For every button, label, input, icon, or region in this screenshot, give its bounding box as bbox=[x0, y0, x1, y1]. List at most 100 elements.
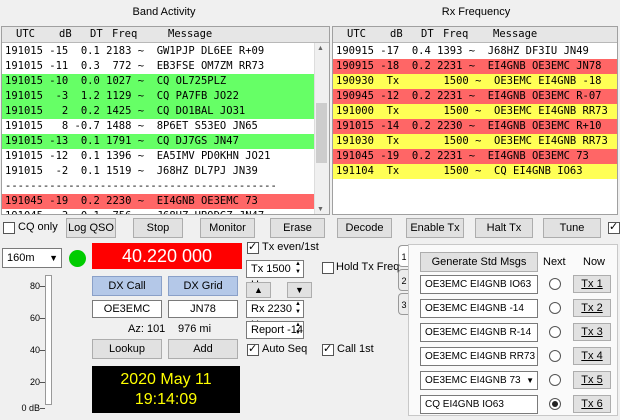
next-radio[interactable] bbox=[549, 302, 561, 314]
hold-tx-freq-checkbox[interactable] bbox=[322, 262, 334, 274]
tx-even-checkbox[interactable] bbox=[247, 240, 259, 254]
rx-freq-spinbox[interactable]: Rx 2230 Hz ▲▼ bbox=[246, 300, 304, 331]
table-row[interactable]: 191104 Tx 1500 ~ CQ EI4GNB IO63 bbox=[333, 164, 617, 179]
next-radio[interactable] bbox=[549, 278, 561, 290]
set-rx-from-tx-button[interactable]: ▼ bbox=[287, 282, 312, 298]
meter-tick-label: 40 bbox=[29, 345, 40, 355]
table-row[interactable]: ----------------------------------------… bbox=[2, 179, 315, 194]
tx-button-label: Tx 5 bbox=[581, 374, 603, 386]
next-column-label: Next bbox=[543, 256, 566, 268]
table-row[interactable]: 191015 2 0.2 1425 ~ CQ DO1BAL JO31 bbox=[2, 104, 315, 119]
tx-message-input[interactable]: OE3EMC EI4GNB 73 ▼ bbox=[420, 371, 538, 390]
table-row[interactable]: 190930 Tx 1500 ~ OE3EMC EI4GNB -18 bbox=[333, 74, 617, 89]
tx-message-input[interactable]: OE3EMC EI4GNB -14 bbox=[420, 299, 538, 318]
scroll-down-icon[interactable]: ▼ bbox=[317, 206, 326, 213]
dx-call-input[interactable]: OE3EMC bbox=[92, 300, 162, 318]
band-activity-scrollbar[interactable]: ▲ ▼ bbox=[314, 43, 329, 214]
tx-1-button[interactable]: Tx 1 bbox=[573, 275, 611, 293]
tx-message-input[interactable]: OE3EMC EI4GNB IO63 bbox=[420, 275, 538, 294]
next-radio[interactable] bbox=[549, 398, 561, 410]
dx-grid-input[interactable]: JN78 bbox=[168, 300, 238, 318]
col-freq: Freq bbox=[112, 28, 138, 40]
table-row[interactable]: 191015 -10 0.0 1027 ~ CQ OL725PLZ bbox=[2, 74, 315, 89]
scroll-up-icon[interactable]: ▲ bbox=[317, 45, 326, 52]
log-qso-button[interactable]: Log QSO bbox=[66, 218, 116, 238]
halt-tx-button[interactable]: Halt Tx bbox=[475, 218, 533, 238]
table-row[interactable]: 191015 8 -0.7 1488 ~ 8P6ET S53EO JN65 bbox=[2, 119, 315, 134]
col-message: Message bbox=[493, 28, 538, 40]
next-radio[interactable] bbox=[549, 350, 561, 362]
next-radio[interactable] bbox=[549, 374, 561, 386]
rx-frequency-header: UTC dB DT Freq Message bbox=[333, 27, 617, 43]
table-row[interactable]: 191030 Tx 1500 ~ OE3EMC EI4GNB RR73 bbox=[333, 134, 617, 149]
dial-frequency-display: 40.220 000 bbox=[92, 243, 242, 269]
tx-5-button[interactable]: Tx 5 bbox=[573, 371, 611, 389]
tx-3-button[interactable]: Tx 3 bbox=[573, 323, 611, 341]
lookup-button[interactable]: Lookup bbox=[92, 339, 162, 359]
meter-bar bbox=[45, 275, 52, 405]
auto-seq-label: Auto Seq bbox=[262, 343, 308, 355]
tx-message-input[interactable]: OE3EMC EI4GNB RR73 bbox=[420, 347, 538, 366]
tx-message-text: OE3EMC EI4GNB 73 bbox=[425, 375, 521, 386]
auto-seq-checkbox[interactable] bbox=[247, 342, 259, 356]
clock-time: 19:14:09 bbox=[134, 391, 198, 408]
chevron-down-icon: ▼ bbox=[49, 253, 58, 263]
stop-button[interactable]: Stop bbox=[133, 218, 183, 238]
table-row[interactable]: 191045 -19 0.2 2231 ~ EI4GNB OE3EMC 73 bbox=[333, 149, 617, 164]
tx-freq-spinbox[interactable]: Tx 1500 Hz ▲▼ bbox=[246, 260, 304, 291]
table-row[interactable]: 191045 -3 0.1 756 ~ J68HZ HB9DGZ JN47 bbox=[2, 209, 315, 214]
table-row[interactable]: 191045 -19 0.2 2230 ~ EI4GNB OE3EMC 73 bbox=[2, 194, 315, 209]
enable-tx-button[interactable]: Enable Tx bbox=[406, 218, 464, 238]
tx-button-label: Tx 2 bbox=[581, 302, 603, 314]
next-radio[interactable] bbox=[549, 326, 561, 338]
tx-message-text: OE3EMC EI4GNB IO63 bbox=[425, 279, 532, 290]
monitor-button[interactable]: Monitor bbox=[200, 218, 255, 238]
table-row[interactable]: 191015 -13 0.1 1791 ~ CQ DJ7GS JN47 bbox=[2, 134, 315, 149]
tx-message-input[interactable]: CQ EI4GNB IO63 bbox=[420, 395, 538, 414]
table-row[interactable]: 191015 -3 1.2 1129 ~ CQ PA7FB JO22 bbox=[2, 89, 315, 104]
dx-call-label: DX Call bbox=[92, 276, 162, 296]
decode-button[interactable]: Decode bbox=[337, 218, 392, 238]
spin-arrows-icon[interactable]: ▲ ▼ bbox=[295, 260, 301, 276]
band-select[interactable]: 160m ▼ bbox=[2, 248, 62, 268]
tx-4-button[interactable]: Tx 4 bbox=[573, 347, 611, 365]
cq-only-label: CQ only bbox=[18, 221, 58, 233]
table-row[interactable]: 191015 -2 0.1 1519 ~ J68HZ DL7PJ JN39 bbox=[2, 164, 315, 179]
cq-only-checkbox[interactable] bbox=[3, 222, 15, 234]
table-row[interactable]: 191015 -14 0.2 2230 ~ EI4GNB OE3EMC R+10 bbox=[333, 119, 617, 134]
col-utc: UTC bbox=[16, 28, 35, 40]
col-db: dB bbox=[59, 28, 72, 40]
add-button[interactable]: Add bbox=[168, 339, 238, 359]
tx-button-label: Tx 1 bbox=[581, 278, 603, 290]
table-row[interactable]: 191015 -11 0.3 772 ~ EB3FSE OM7ZM RR73 bbox=[2, 59, 315, 74]
set-tx-from-rx-button[interactable]: ▲ bbox=[246, 282, 271, 298]
scroll-thumb[interactable] bbox=[316, 103, 327, 163]
menus-checkbox[interactable] bbox=[608, 220, 620, 234]
dx-grid-label: DX Grid bbox=[168, 276, 238, 296]
band-select-value: 160m bbox=[7, 252, 35, 264]
tx-6-button[interactable]: Tx 6 bbox=[573, 395, 611, 413]
clock-date: 2020 May 11 bbox=[120, 371, 212, 388]
table-row[interactable]: 190945 -12 0.2 2231 ~ EI4GNB OE3EMC R-07 bbox=[333, 89, 617, 104]
report-spinbox[interactable]: Report -14 ▲ ▼ bbox=[246, 321, 304, 339]
table-row[interactable]: 191015 -12 0.1 1396 ~ EA5IMV PD0KHN JO21 bbox=[2, 149, 315, 164]
azimuth-readout: Az: 101 bbox=[128, 323, 166, 335]
signal-meter: 80 60 40 20 0 dB bbox=[10, 275, 70, 415]
chevron-down-icon[interactable]: ▼ bbox=[526, 372, 534, 389]
table-row[interactable]: 190915 -17 0.4 1393 ~ J68HZ DF3IU JN49 bbox=[333, 44, 617, 59]
table-row[interactable]: 191000 Tx 1500 ~ OE3EMC EI4GNB RR73 bbox=[333, 104, 617, 119]
tx-2-button[interactable]: Tx 2 bbox=[573, 299, 611, 317]
erase-button[interactable]: Erase bbox=[270, 218, 325, 238]
band-activity-table[interactable]: UTC dB DT Freq Message 191015 -15 0.1 21… bbox=[1, 26, 330, 215]
tune-button[interactable]: Tune bbox=[543, 218, 601, 238]
meter-tick-label: 60 bbox=[29, 313, 40, 323]
rx-frequency-table[interactable]: UTC dB DT Freq Message 190915 -17 0.4 13… bbox=[332, 26, 618, 215]
band-activity-header: UTC dB DT Freq Message bbox=[2, 27, 329, 43]
spin-arrows-icon[interactable]: ▲ ▼ bbox=[295, 300, 301, 316]
call-1st-checkbox[interactable] bbox=[322, 342, 334, 356]
tx-message-input[interactable]: OE3EMC EI4GNB R-14 bbox=[420, 323, 538, 342]
table-row[interactable]: 191015 -15 0.1 2183 ~ GW1PJP DL6EE R+09 bbox=[2, 44, 315, 59]
table-row[interactable]: 190915 -18 0.2 2231 ~ EI4GNB OE3EMC JN78 bbox=[333, 59, 617, 74]
spin-arrows-icon[interactable]: ▲ ▼ bbox=[295, 321, 301, 337]
generate-std-msgs-button[interactable]: Generate Std Msgs bbox=[420, 252, 538, 272]
